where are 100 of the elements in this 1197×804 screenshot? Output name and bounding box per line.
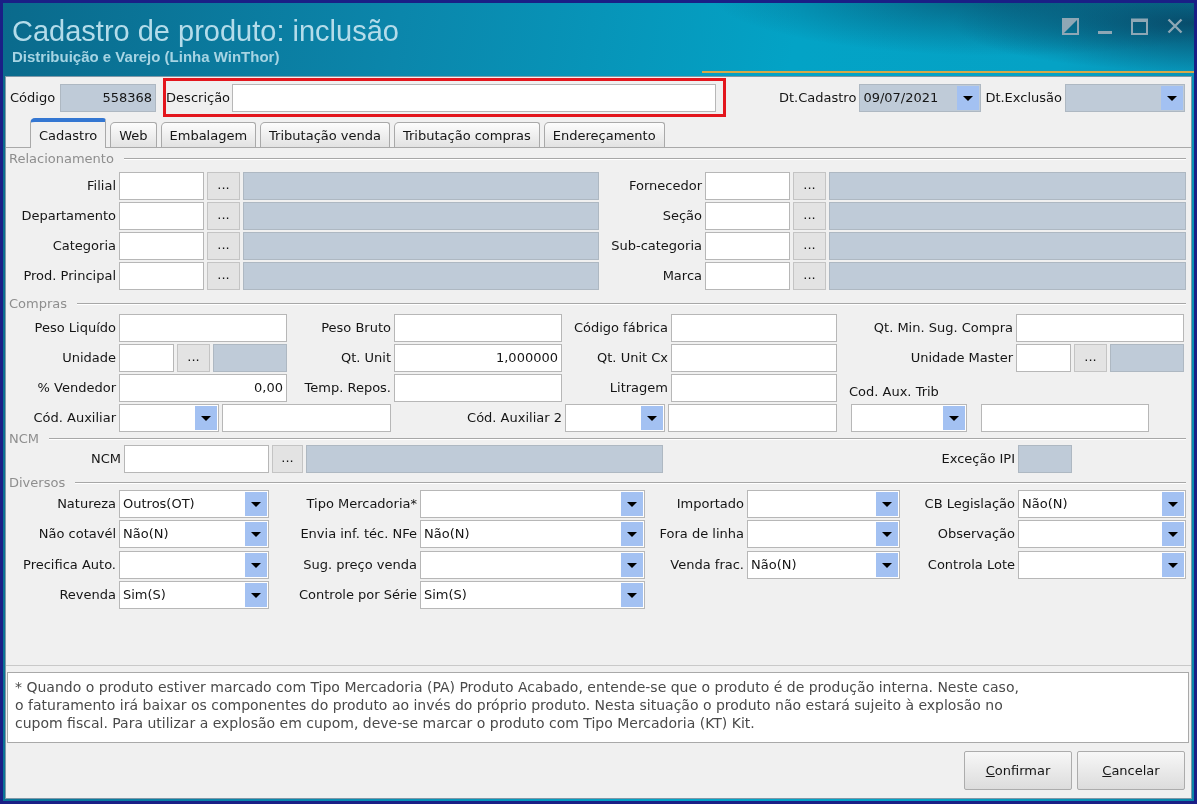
dropdown-caret-icon[interactable] xyxy=(245,583,267,608)
dropdown-field[interactable] xyxy=(747,490,900,518)
field-label: Peso Liquído xyxy=(34,320,116,336)
text-field[interactable] xyxy=(705,172,790,200)
dropdown-caret-icon[interactable] xyxy=(876,522,898,547)
tab[interactable]: Endereçamento xyxy=(543,122,665,147)
dropdown-field[interactable] xyxy=(1018,550,1186,579)
text-field[interactable] xyxy=(119,262,204,290)
field-label: Marca xyxy=(662,268,702,284)
lookup-button[interactable]: ... xyxy=(793,172,826,200)
text-field[interactable] xyxy=(119,172,204,200)
dropdown-field[interactable] xyxy=(420,490,645,518)
field-label: Importado xyxy=(676,496,744,512)
dropdown-caret-icon[interactable] xyxy=(1162,552,1184,577)
text-field[interactable] xyxy=(705,202,790,230)
field-label: Qt. Min. Sug. Compra xyxy=(873,320,1013,336)
lookup-button[interactable]: ... xyxy=(1074,344,1107,372)
dropdown-caret-icon[interactable] xyxy=(876,552,898,577)
dropdown-caret-icon[interactable] xyxy=(957,85,980,110)
field-label: Departamento xyxy=(21,208,116,224)
dialog-button[interactable]: Cancelar xyxy=(1077,751,1185,790)
text-field[interactable] xyxy=(119,232,204,260)
dropdown-caret-icon[interactable] xyxy=(195,406,217,430)
dropdown-field[interactable]: Não(N) xyxy=(1018,490,1186,518)
text-field[interactable] xyxy=(671,374,837,402)
text-field[interactable] xyxy=(705,232,790,260)
dropdown-caret-icon[interactable] xyxy=(1162,522,1184,547)
lookup-button[interactable]: ... xyxy=(177,344,210,372)
text-field[interactable] xyxy=(124,445,269,473)
dropdown-field[interactable] xyxy=(119,404,219,432)
text-field[interactable] xyxy=(232,84,717,112)
dropdown-caret-icon[interactable] xyxy=(621,522,643,547)
section-title: Relacionamento xyxy=(8,151,114,167)
text-field[interactable] xyxy=(222,404,391,432)
lookup-button[interactable]: ... xyxy=(207,172,240,200)
dialog-button[interactable]: Confirmar xyxy=(964,751,1072,790)
field-label: Fornecedor xyxy=(628,178,702,194)
lookup-button[interactable]: ... xyxy=(793,232,826,260)
dropdown-caret-icon[interactable] xyxy=(245,492,267,516)
text-field[interactable] xyxy=(394,374,562,402)
dropdown-field[interactable] xyxy=(119,550,269,579)
tab[interactable]: Web xyxy=(110,122,157,147)
tab[interactable]: Embalagem xyxy=(160,122,257,147)
field-label: Tipo Mercadoria* xyxy=(306,496,417,512)
date-field[interactable] xyxy=(1065,83,1185,112)
text-field[interactable]: 1,000000 xyxy=(394,344,562,372)
lookup-button[interactable]: ... xyxy=(207,262,240,290)
section-title: NCM xyxy=(8,431,40,447)
dropdown-caret-icon[interactable] xyxy=(621,492,643,516)
field-label: Exceção IPI xyxy=(941,451,1015,467)
field-label: Descrição xyxy=(166,90,231,106)
dropdown-caret-icon[interactable] xyxy=(621,583,643,608)
half-filled-square-icon[interactable] xyxy=(1062,18,1079,35)
tab[interactable]: Tributação compras xyxy=(394,122,540,147)
text-field[interactable]: 0,00 xyxy=(119,374,287,402)
field-label: Código fábrica xyxy=(573,320,668,336)
maximize-icon[interactable] xyxy=(1131,18,1148,35)
lookup-button[interactable]: ... xyxy=(793,202,826,230)
field-label: Litragem xyxy=(609,380,668,396)
dropdown-field[interactable]: Sim(S) xyxy=(420,581,645,610)
lookup-button[interactable]: ... xyxy=(207,202,240,230)
tab[interactable]: Cadastro xyxy=(30,118,107,148)
date-field[interactable]: 09/07/2021 xyxy=(859,83,982,112)
dropdown-field[interactable] xyxy=(1018,520,1186,549)
dropdown-field[interactable]: Outros(OT) xyxy=(119,490,269,518)
text-field[interactable] xyxy=(1016,344,1071,372)
text-field[interactable] xyxy=(119,202,204,230)
dropdown-caret-icon[interactable] xyxy=(621,552,643,577)
field-label: Qt. Unit Cx xyxy=(597,350,668,366)
text-field[interactable] xyxy=(671,344,837,372)
text-field[interactable] xyxy=(668,404,837,432)
dropdown-field[interactable]: Não(N) xyxy=(420,520,645,549)
text-field[interactable] xyxy=(119,344,174,372)
text-field[interactable] xyxy=(119,314,287,342)
lookup-button[interactable]: ... xyxy=(207,232,240,260)
lookup-button[interactable]: ... xyxy=(793,262,826,290)
text-field[interactable] xyxy=(671,314,837,342)
text-field[interactable] xyxy=(981,404,1149,432)
section-title: Compras xyxy=(8,296,68,312)
dropdown-field[interactable] xyxy=(420,550,645,579)
text-field[interactable] xyxy=(394,314,562,342)
text-field[interactable] xyxy=(1016,314,1184,342)
dropdown-caret-icon[interactable] xyxy=(1161,85,1183,110)
dropdown-field[interactable] xyxy=(851,404,967,432)
dropdown-field[interactable]: Sim(S) xyxy=(119,581,269,610)
dropdown-caret-icon[interactable] xyxy=(641,406,663,430)
dropdown-field[interactable] xyxy=(747,520,900,549)
tab[interactable]: Tributação venda xyxy=(260,122,390,147)
close-icon[interactable] xyxy=(1167,18,1183,34)
dropdown-field[interactable] xyxy=(565,404,665,432)
dropdown-caret-icon[interactable] xyxy=(245,552,267,577)
dropdown-caret-icon[interactable] xyxy=(1162,492,1184,516)
dropdown-caret-icon[interactable] xyxy=(876,492,898,516)
dropdown-field[interactable]: Não(N) xyxy=(119,520,269,549)
dropdown-field[interactable]: Não(N) xyxy=(747,550,900,579)
dropdown-caret-icon[interactable] xyxy=(943,406,965,430)
lookup-button[interactable]: ... xyxy=(272,445,303,473)
text-field[interactable] xyxy=(705,262,790,290)
field-label: Envia inf. téc. NFe xyxy=(300,526,417,543)
dropdown-caret-icon[interactable] xyxy=(245,522,267,547)
